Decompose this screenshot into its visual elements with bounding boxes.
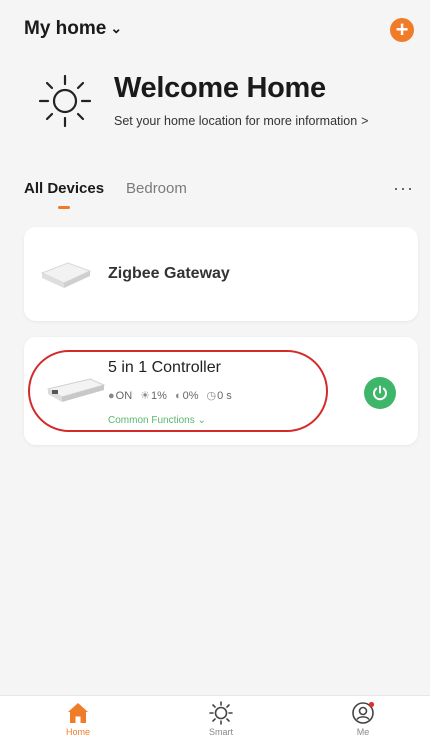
device-card-zigbee-gateway[interactable]: Zigbee Gateway	[24, 227, 418, 321]
chevron-down-icon: ⌄	[110, 19, 123, 36]
tab-bedroom[interactable]: Bedroom	[126, 180, 187, 197]
timer-status: ◷0 s	[206, 390, 232, 402]
brightness-icon: ☀	[140, 390, 151, 402]
more-options-icon[interactable]: ···	[393, 178, 414, 199]
device-card-5in1-controller[interactable]: 5 in 1 Controller ●ON ☀1% ◐0% ◷0 s Commo…	[24, 337, 418, 445]
half-circle-icon: ◐	[174, 389, 182, 402]
sun-icon	[38, 74, 92, 128]
device-status-row: ●ON ☀1% ◐0% ◷0 s	[108, 389, 232, 403]
tab-home[interactable]: Home	[48, 700, 108, 737]
tab-home-label: Home	[65, 727, 90, 737]
tab-smart[interactable]: Smart	[191, 700, 251, 737]
welcome-banner: Welcome Home Set your home location for …	[36, 68, 416, 138]
device-name: 5 in 1 Controller	[108, 359, 221, 376]
brightness-status: ☀1%	[140, 390, 167, 402]
set-location-link[interactable]: Set your home location for more informat…	[114, 114, 368, 128]
chevron-right-icon: >	[361, 114, 369, 128]
power-icon	[373, 385, 387, 401]
controller-device-image	[46, 378, 106, 402]
clock-icon: ◷	[206, 390, 217, 402]
tab-me-label: Me	[356, 727, 370, 737]
temperature-status: ◐0%	[174, 389, 199, 402]
power-toggle-button[interactable]	[364, 377, 396, 409]
tab-me[interactable]: Me	[333, 700, 393, 737]
power-dot-icon: ●	[108, 389, 115, 402]
home-name: My home	[24, 18, 107, 39]
power-status: ●ON	[108, 389, 133, 402]
bottom-tab-bar: Home Smart Me	[0, 695, 430, 744]
home-selector[interactable]: My home ⌄	[24, 18, 122, 40]
active-tab-indicator	[58, 206, 70, 209]
set-location-text: Set your home location for more informat…	[114, 114, 358, 128]
room-tabs: All Devices Bedroom ···	[24, 178, 416, 210]
sun-icon	[209, 701, 233, 725]
header: My home ⌄ +	[0, 0, 430, 56]
welcome-title: Welcome Home	[114, 72, 326, 104]
tab-smart-label: Smart	[208, 727, 233, 737]
device-name: Zigbee Gateway	[108, 265, 230, 282]
plus-icon: +	[395, 17, 409, 42]
add-device-button[interactable]: +	[390, 18, 414, 42]
gateway-device-image	[40, 262, 92, 288]
profile-icon	[352, 701, 375, 724]
home-icon	[68, 703, 88, 723]
common-functions-link[interactable]: Common Functions ⌄	[108, 415, 206, 426]
tab-all-devices[interactable]: All Devices	[24, 180, 104, 197]
